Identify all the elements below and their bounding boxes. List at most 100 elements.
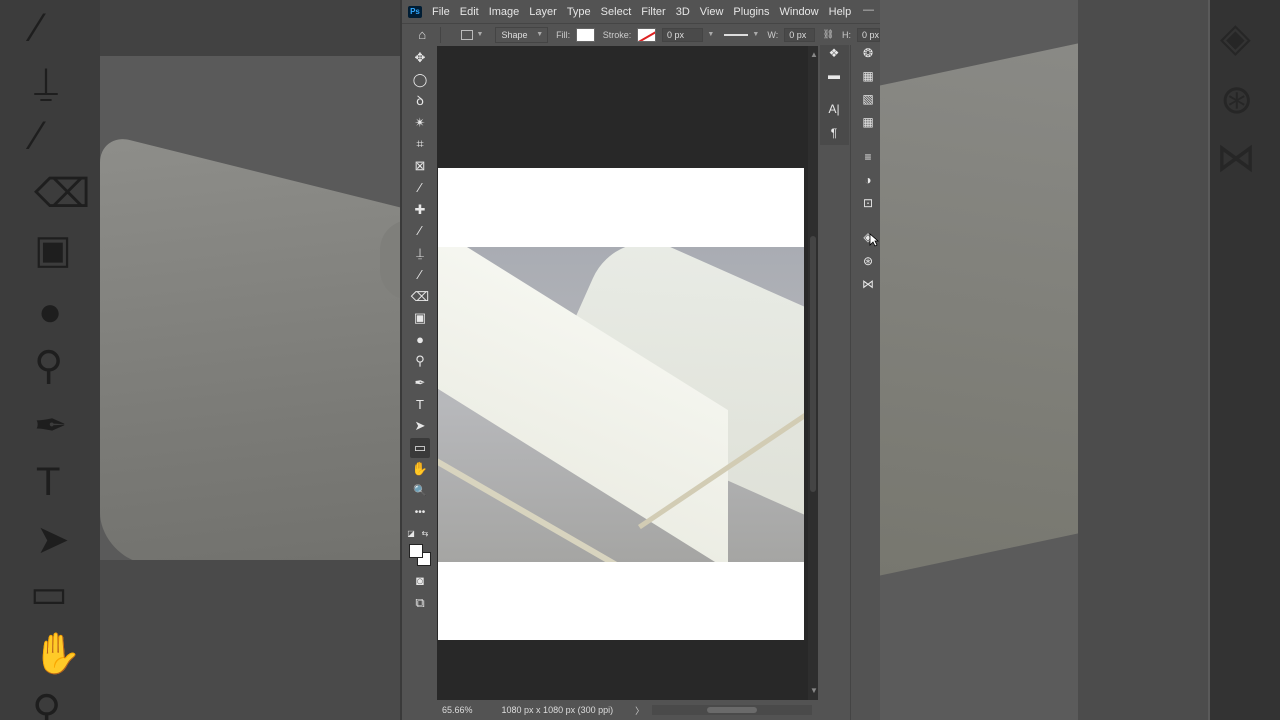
clone-stamp-tool[interactable]: ⍊ xyxy=(410,243,430,263)
move-tool[interactable]: ✥ xyxy=(410,48,430,68)
zoom-tool[interactable]: 🔍 xyxy=(410,481,430,501)
tool-mode-select[interactable]: Shape ▼ xyxy=(495,26,549,43)
eyedropper-tool[interactable]: ⁄ xyxy=(410,178,430,198)
chevron-down-icon[interactable]: ▼ xyxy=(707,31,714,38)
gradient-swatch-icon: ▧ xyxy=(862,92,874,106)
brush-tool[interactable]: ⁄ xyxy=(410,221,430,241)
vertical-scrollbar[interactable]: ▲ ▼ xyxy=(808,46,818,700)
document-canvas[interactable] xyxy=(438,168,804,640)
menu-filter[interactable]: Filter xyxy=(641,6,665,18)
background-paths-icon: ⋈ xyxy=(1216,136,1256,180)
fill-swatch[interactable] xyxy=(576,27,595,42)
screen-mode-button[interactable]: ⧉ xyxy=(410,593,430,613)
menu-3d[interactable]: 3D xyxy=(676,6,690,18)
elliptical-marquee-tool[interactable]: ◯ xyxy=(410,70,430,90)
paths-panel-button[interactable]: ⋈ xyxy=(858,274,878,294)
eraser-tool[interactable]: ⌫ xyxy=(410,287,430,307)
menu-select[interactable]: Select xyxy=(601,6,632,18)
stroke-type-icon[interactable] xyxy=(724,33,749,36)
menu-type[interactable]: Type xyxy=(567,6,591,18)
swatches-panel-button[interactable]: ▦ xyxy=(858,66,878,86)
ellipse-marquee-icon: ◯ xyxy=(412,72,428,87)
gradient-tool[interactable]: ▣ xyxy=(410,308,430,328)
link-icon[interactable]: ⛓ xyxy=(823,29,834,40)
menu-image[interactable]: Image xyxy=(489,6,520,18)
dodge-tool[interactable]: ⚲ xyxy=(410,351,430,371)
background-book xyxy=(100,132,400,628)
quick-mask-button[interactable]: ◙ xyxy=(410,571,430,591)
edit-toolbar-button[interactable]: ••• xyxy=(410,503,430,523)
tool-mode-value: Shape xyxy=(501,29,528,40)
home-icon[interactable]: ⌂ xyxy=(412,27,432,42)
menu-layer[interactable]: Layer xyxy=(529,6,557,18)
channels-panel-button[interactable]: ⊛ xyxy=(858,251,878,271)
path-selection-tool[interactable]: ➤ xyxy=(410,416,430,436)
background-dodge-icon: ⚲ xyxy=(34,344,64,388)
stroke-width-value: 0 px xyxy=(666,29,684,40)
frame-tool[interactable]: ⊠ xyxy=(410,156,430,176)
libraries-panel-button[interactable]: ⊡ xyxy=(858,193,878,213)
stroke-label: Stroke: xyxy=(602,29,632,40)
lasso-tool[interactable]: ꝺ xyxy=(410,91,430,111)
horizontal-scroll-thumb[interactable] xyxy=(707,707,758,713)
type-tool[interactable]: T xyxy=(410,395,430,415)
panel-dock: ❖ ▬ A| ¶ ❂ ▦ ▧ ▦ ≡ ◑ ⊡ ◈ ⊛ ⋈ xyxy=(818,45,880,720)
gradients-panel-button[interactable]: ▧ xyxy=(858,89,878,109)
paragraph-panel-button[interactable]: ¶ xyxy=(824,123,844,143)
history-brush-tool[interactable]: ⁄ xyxy=(410,265,430,285)
chevron-down-icon[interactable]: ▼ xyxy=(477,31,484,38)
healing-brush-tool[interactable]: ✚ xyxy=(410,200,430,220)
width-value: 0 px xyxy=(789,29,807,40)
background-channels-icon: ⊛ xyxy=(1220,78,1254,122)
canvas-area[interactable]: ▲ ▼ xyxy=(437,46,818,700)
adjustments-panel-button[interactable]: ◑ xyxy=(858,170,878,190)
width-field[interactable]: 0 px xyxy=(784,27,815,42)
background-shadow xyxy=(100,560,400,720)
crop-tool[interactable]: ⌗ xyxy=(410,134,430,154)
width-label: W: xyxy=(767,29,779,40)
hand-tool[interactable]: ✋ xyxy=(410,459,430,479)
magic-wand-tool[interactable]: ✴ xyxy=(410,113,430,133)
zoom-level[interactable]: 65.66% xyxy=(442,705,473,715)
options-divider xyxy=(440,26,442,43)
background-type-icon: T xyxy=(36,460,61,504)
learn-panel-button[interactable]: ❖ xyxy=(824,43,844,63)
horizontal-scrollbar[interactable] xyxy=(652,705,813,715)
menu-edit[interactable]: Edit xyxy=(460,6,479,18)
menu-view[interactable]: View xyxy=(700,6,724,18)
menu-plugins[interactable]: Plugins xyxy=(733,6,769,18)
type-icon: T xyxy=(416,397,424,412)
default-colors-icon[interactable]: ◪ xyxy=(406,524,416,544)
vertical-scroll-thumb[interactable] xyxy=(810,236,816,492)
blur-tool[interactable]: ● xyxy=(410,330,430,350)
color-panel-button[interactable]: ❂ xyxy=(858,43,878,63)
height-field[interactable]: 0 px xyxy=(857,27,880,42)
menu-help[interactable]: Help xyxy=(829,6,852,18)
menu-window[interactable]: Window xyxy=(780,6,819,18)
status-menu-icon[interactable]: 〉 xyxy=(635,704,644,717)
background-path-icon: ➤ xyxy=(36,518,70,562)
background-zoom-icon: ⚲ xyxy=(32,688,62,720)
scroll-down-icon[interactable]: ▼ xyxy=(810,686,818,695)
foreground-color-swatch[interactable] xyxy=(409,544,423,558)
character-panel-button[interactable]: A| xyxy=(824,99,844,119)
tool-preset-icon[interactable] xyxy=(461,29,473,40)
comments-panel-button[interactable]: ▬ xyxy=(824,65,844,85)
stroke-width-field[interactable]: 0 px xyxy=(661,27,704,42)
minimize-icon[interactable]: — xyxy=(863,4,874,16)
patterns-panel-button[interactable]: ▦ xyxy=(858,112,878,132)
crop-icon: ⌗ xyxy=(416,136,424,151)
menu-file[interactable]: File xyxy=(432,6,450,18)
hand-icon: ✋ xyxy=(411,461,429,476)
pen-tool[interactable]: ✒ xyxy=(410,373,430,393)
properties-panel-button[interactable]: ≡ xyxy=(858,147,878,167)
rectangle-tool[interactable]: ▭ xyxy=(410,438,430,458)
half-circle-icon: ◑ xyxy=(864,173,872,187)
scroll-up-icon[interactable]: ▲ xyxy=(810,50,818,59)
stroke-swatch[interactable] xyxy=(637,27,656,42)
options-bar: ⌂ ▼ Shape ▼ Fill: Stroke: 0 px ▼ ▼ W: 0 … xyxy=(402,23,880,45)
frame-icon: ⊠ xyxy=(414,158,426,173)
chevron-down-icon[interactable]: ▼ xyxy=(752,31,759,38)
swap-colors-icon[interactable]: ⇆ xyxy=(420,524,430,544)
eraser-icon: ⌫ xyxy=(410,289,430,304)
